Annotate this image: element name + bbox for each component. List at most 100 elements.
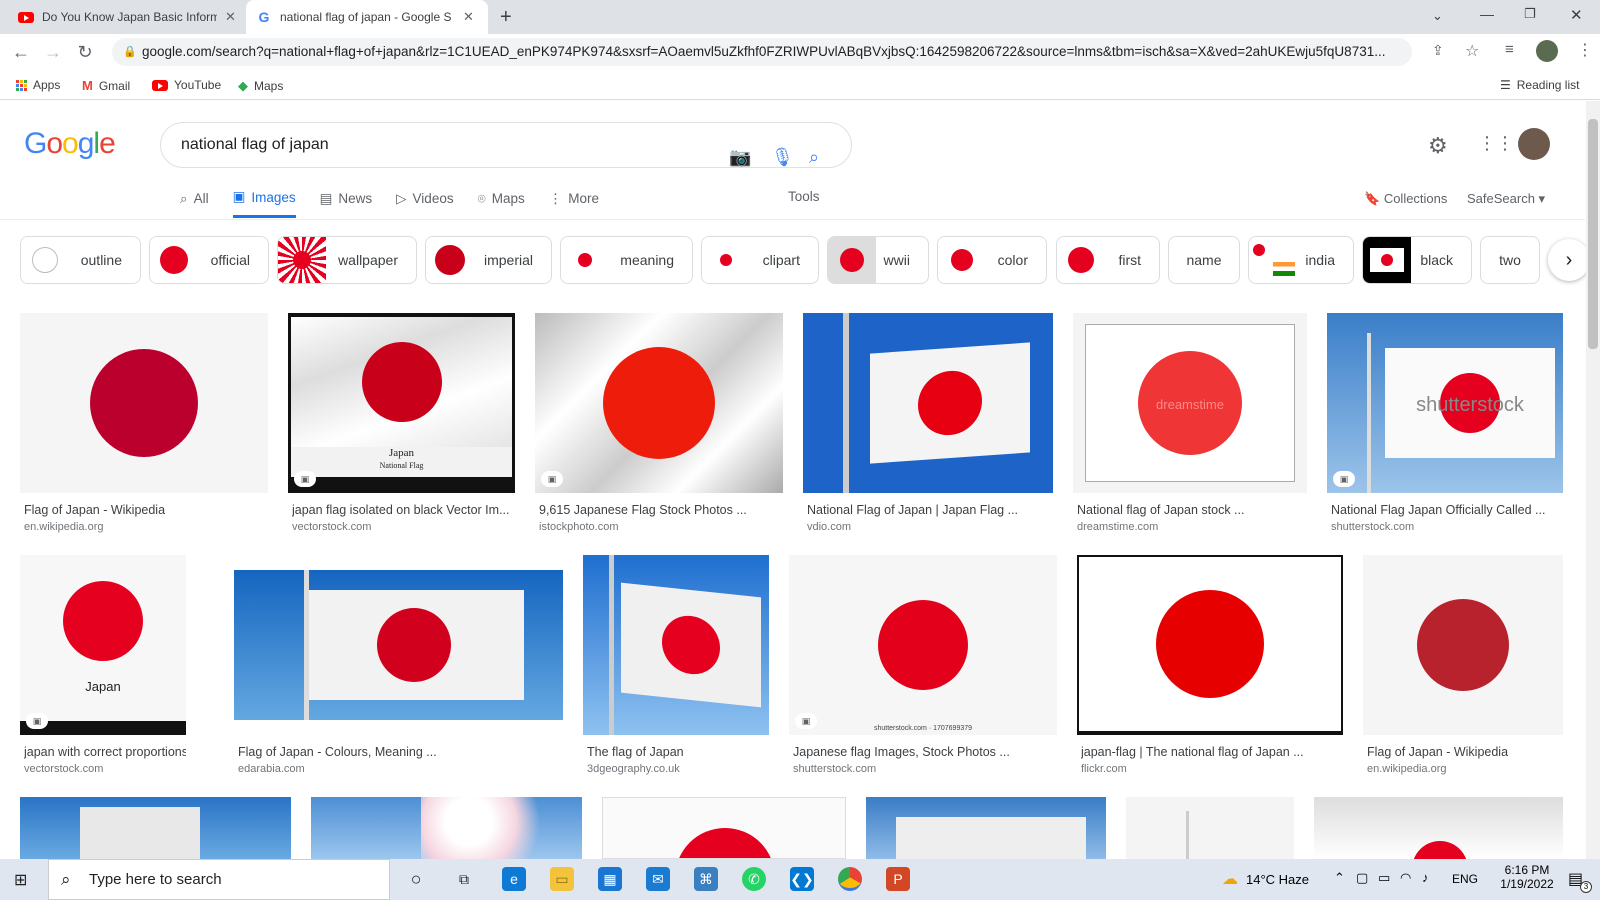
image-result[interactable]: japan-flag | The national flag of Japan … (1077, 555, 1343, 787)
account-avatar[interactable] (1518, 128, 1550, 160)
search-icon[interactable]: ⌕ (809, 135, 819, 179)
image-result[interactable]: Japan ▣ japan with correct proportions V… (20, 555, 186, 787)
search-icon: ⌕ (180, 190, 188, 206)
windows-start-icon[interactable]: ⊞ (14, 870, 27, 890)
python-icon[interactable]: ⌘ (694, 867, 718, 891)
image-result[interactable] (1314, 797, 1563, 859)
language-indicator[interactable]: ENG (1452, 872, 1478, 886)
google-logo[interactable]: Google (24, 127, 116, 161)
mail-icon[interactable]: ✉ (646, 867, 670, 891)
tab-youtube[interactable]: Do You Know Japan Basic Inform ✕ (8, 0, 246, 34)
chip-india[interactable]: india (1248, 236, 1354, 284)
taskbar-search-input[interactable]: ⌕ Type here to search (48, 859, 390, 900)
tray-chevron-up-icon[interactable]: ⌃ (1334, 870, 1345, 886)
media-icon[interactable]: ≡ (1505, 41, 1514, 58)
chip-name[interactable]: name (1168, 236, 1240, 284)
image-result[interactable] (311, 797, 582, 859)
chip-imperial[interactable]: imperial (425, 236, 552, 284)
chip-black[interactable]: black (1362, 236, 1472, 284)
bookmark-gmail[interactable]: M Gmail (82, 78, 130, 93)
minimize-icon[interactable]: — (1480, 6, 1494, 22)
chip-wallpaper[interactable]: wallpaper (277, 236, 417, 284)
search-input[interactable]: national flag of japan 📷 🎙 ⌕ (160, 122, 852, 168)
image-result[interactable]: dreamstime National flag of Japan stock … (1073, 313, 1307, 545)
image-result[interactable]: shutterstock.com · 1707699379 ▣ Japanese… (789, 555, 1057, 787)
tab-more[interactable]: ⋮ More (549, 189, 599, 218)
bookmark-maps[interactable]: ◆ Maps (238, 78, 283, 94)
close-tab-icon[interactable]: ✕ (463, 9, 474, 25)
image-result[interactable]: National Flag of Japan | Japan Flag ... … (803, 313, 1053, 545)
new-tab-icon[interactable]: + (500, 6, 512, 29)
volume-icon[interactable]: ♪ (1422, 870, 1429, 885)
camera-icon[interactable]: 📷 (729, 135, 751, 179)
address-bar[interactable]: 🔒 google.com/search?q=national+flag+of+j… (112, 38, 1412, 66)
image-result[interactable] (20, 797, 291, 859)
result-source: edarabia.com (238, 763, 305, 775)
image-result[interactable]: Japan National Flag ▣ japan flag isolated… (288, 313, 515, 545)
file-explorer-icon[interactable]: ▭ (550, 867, 574, 891)
chip-wwii[interactable]: wwii (827, 236, 929, 284)
chip-first[interactable]: first (1056, 236, 1160, 284)
reload-icon[interactable]: ↻ (74, 42, 96, 64)
reading-list[interactable]: ☰ Reading list (1500, 78, 1579, 92)
meet-icon[interactable]: ▢ (1356, 870, 1368, 886)
cortana-icon[interactable]: ○ (404, 867, 428, 891)
microphone-icon[interactable]: 🎙 (771, 135, 794, 179)
back-icon[interactable]: ← (10, 42, 32, 64)
tab-all[interactable]: ⌕ All (180, 189, 209, 218)
share-icon[interactable]: ⇪ (1432, 42, 1444, 59)
wifi-icon[interactable]: ◠ (1400, 870, 1411, 886)
image-result[interactable]: ▣ 9,615 Japanese Flag Stock Photos ... i… (535, 313, 783, 545)
clock[interactable]: 6:16 PM 1/19/2022 (1492, 863, 1562, 891)
image-result[interactable]: The flag of Japan 3dgeography.co.uk (583, 555, 769, 787)
store-icon[interactable]: ▦ (598, 867, 622, 891)
close-window-icon[interactable]: ✕ (1570, 6, 1583, 24)
tab-search-icon[interactable]: ⌄ (1432, 8, 1443, 24)
safesearch-button[interactable]: SafeSearch ▾ (1467, 191, 1545, 207)
tab-label: All (193, 191, 209, 206)
profile-avatar[interactable] (1536, 40, 1558, 62)
image-result[interactable]: Flag of Japan - Wikipedia en.wikipedia.o… (1363, 555, 1563, 787)
tab-images[interactable]: ▣ Images (232, 189, 296, 218)
chip-official[interactable]: official (149, 236, 269, 284)
scrollbar-thumb[interactable] (1588, 119, 1598, 349)
chip-two[interactable]: two (1480, 236, 1540, 284)
settings-gear-icon[interactable]: ⚙ (1428, 133, 1448, 159)
vscode-icon[interactable]: ❮❯ (790, 867, 814, 891)
image-result[interactable] (866, 797, 1106, 859)
bookmark-star-icon[interactable]: ☆ (1465, 41, 1479, 61)
forward-icon[interactable]: → (42, 42, 64, 64)
chip-meaning[interactable]: meaning (560, 236, 693, 284)
image-result[interactable]: Flag of Japan - Colours, Meaning ... eda… (234, 555, 563, 787)
result-thumbnail: Japan (20, 555, 186, 735)
close-tab-icon[interactable]: ✕ (225, 9, 236, 25)
powerpoint-icon[interactable]: P (886, 867, 910, 891)
bookmark-youtube[interactable]: YouTube (152, 78, 221, 92)
tab-maps[interactable]: ⌾ Maps (478, 189, 525, 218)
weather-icon: ☁ (1222, 871, 1238, 888)
tab-videos[interactable]: ▷ Videos (396, 189, 453, 218)
image-result[interactable]: Flag of Japan - Wikipedia en.wikipedia.o… (20, 313, 268, 545)
chevron-right-icon[interactable]: › (1548, 239, 1590, 281)
chrome-icon[interactable] (838, 867, 862, 891)
image-result[interactable] (1126, 797, 1294, 859)
weather-text[interactable]: 14°C Haze (1246, 872, 1309, 887)
battery-icon[interactable]: ▭ (1378, 870, 1390, 886)
chip-outline[interactable]: outline (20, 236, 141, 284)
image-result[interactable]: shutterstock ▣ National Flag Japan Offic… (1327, 313, 1563, 545)
collections-button[interactable]: 🔖 Collections (1364, 191, 1447, 207)
chip-clipart[interactable]: clipart (701, 236, 819, 284)
edge-icon[interactable]: e (502, 867, 526, 891)
tab-google-search[interactable]: G national flag of japan - Google S ✕ (246, 0, 488, 34)
image-result[interactable] (602, 797, 846, 859)
menu-icon[interactable]: ⋮ (1577, 40, 1593, 60)
restore-icon[interactable]: ❐ (1524, 6, 1536, 22)
task-view-icon[interactable]: ⧉ (452, 867, 476, 891)
tab-label: Videos (412, 191, 454, 206)
tab-news[interactable]: ▤ News (320, 189, 373, 218)
tools-button[interactable]: Tools (788, 189, 820, 204)
whatsapp-icon[interactable]: ✆ (742, 867, 766, 891)
result-thumbnail: shutterstock (1327, 313, 1563, 493)
chip-color[interactable]: color (937, 236, 1047, 284)
bookmark-apps[interactable]: Apps (16, 78, 60, 92)
